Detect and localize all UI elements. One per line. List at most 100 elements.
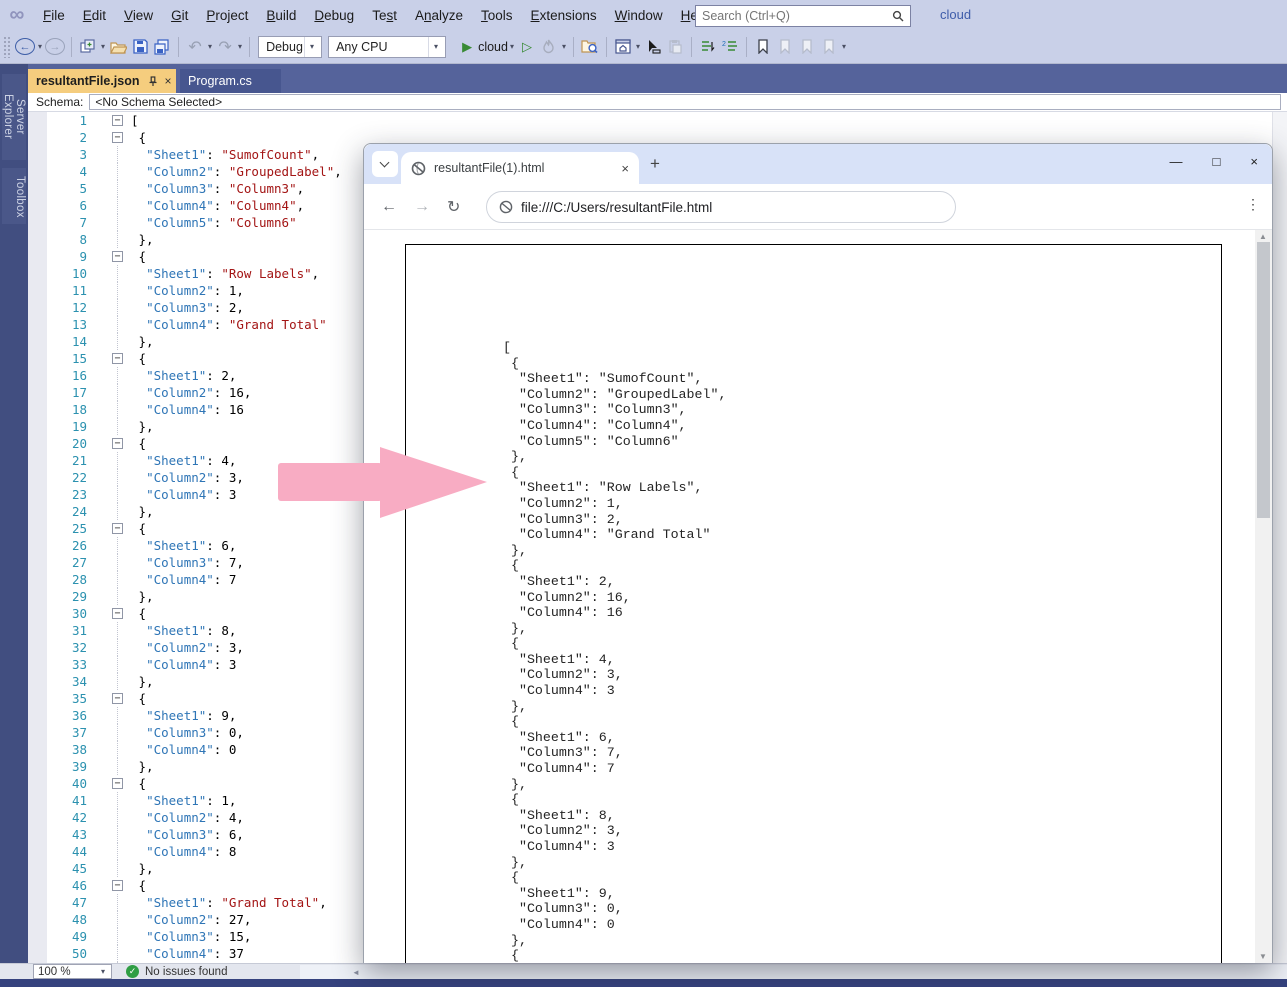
code-line[interactable]: 1−[ (28, 112, 1287, 129)
navigate-forward-icon[interactable]: → (45, 38, 65, 55)
find-in-files-icon[interactable] (580, 35, 600, 59)
menu-item-view[interactable]: View (115, 5, 162, 26)
rendered-json-text: [ { "Sheet1": "SumofCount", "Column2": "… (406, 245, 1221, 963)
screenshot-root: ∞ FileEditViewGitProjectBuildDebugTestAn… (0, 0, 1287, 987)
menu-item-extensions[interactable]: Extensions (522, 5, 606, 26)
close-window-icon[interactable]: × (1250, 154, 1258, 169)
maximize-window-icon[interactable]: □ (1213, 154, 1221, 169)
pink-arrow-annotation (278, 463, 382, 501)
svg-text:2: 2 (722, 41, 726, 48)
undo-icon[interactable]: ↶ (185, 35, 205, 59)
solution-configuration-dropdown[interactable]: Debug▾ (258, 36, 322, 58)
bookmarks-caret[interactable]: ▾ (842, 42, 846, 51)
solution-explorer-caret[interactable]: ▾ (636, 42, 640, 51)
redo-icon[interactable]: ↷ (215, 35, 235, 59)
menu-item-edit[interactable]: Edit (74, 5, 115, 26)
previous-bookmark-icon[interactable] (775, 35, 795, 59)
toolbar-drag-handle[interactable] (3, 36, 11, 58)
new-project-icon[interactable] (78, 35, 98, 59)
browser-back-icon[interactable]: ← (381, 198, 397, 216)
browser-tab-strip: resultantFile(1).html × + — □ × (364, 144, 1272, 184)
browser-forward-icon[interactable]: → (414, 198, 430, 216)
browser-window: resultantFile(1).html × + — □ × ← → ↻ fi… (363, 143, 1273, 963)
format-document-icon[interactable] (698, 35, 718, 59)
menu-item-analyze[interactable]: Analyze (406, 5, 472, 26)
back-dropdown-caret[interactable]: ▾ (38, 42, 42, 51)
browser-tab[interactable]: resultantFile(1).html × (401, 152, 639, 184)
quick-search-box[interactable] (695, 5, 911, 27)
save-icon[interactable] (130, 35, 150, 59)
start-debugging-label[interactable]: cloud (478, 40, 508, 54)
vs-toolbar: ← ▾ → ▾ ↶ ▾ ↷ ▾ Debug▾ Any CPU▾ ▶ cloud … (0, 30, 1287, 64)
menu-item-file[interactable]: File (34, 5, 74, 26)
menu-item-build[interactable]: Build (257, 5, 305, 26)
search-icon[interactable] (886, 10, 910, 22)
zoom-caret: ▾ (101, 967, 105, 976)
start-without-debugging-icon[interactable]: ▷ (517, 35, 537, 59)
menu-bar: FileEditViewGitProjectBuildDebugTestAnal… (34, 5, 717, 26)
scroll-left-arrow-icon[interactable]: ◄ (352, 968, 360, 977)
menu-item-project[interactable]: Project (197, 5, 257, 26)
site-info-globe-icon[interactable] (499, 200, 513, 214)
sync-with-active-document-icon[interactable] (643, 35, 663, 59)
menu-item-tools[interactable]: Tools (472, 5, 522, 26)
editor-horizontal-scrollbar[interactable]: ◄ (300, 965, 1287, 979)
solution-platform-dropdown[interactable]: Any CPU▾ (328, 36, 446, 58)
browser-scrollbar-thumb[interactable] (1257, 242, 1270, 518)
hot-reload-icon[interactable] (539, 35, 559, 59)
rendered-json-container: [ { "Sheet1": "SumofCount", "Column2": "… (405, 244, 1222, 963)
save-all-icon[interactable] (152, 35, 172, 59)
redo-caret[interactable]: ▾ (238, 42, 242, 51)
editor-vertical-scrollbar[interactable] (1272, 112, 1287, 963)
reload-icon[interactable]: ↻ (447, 197, 460, 217)
minimize-window-icon[interactable]: — (1170, 154, 1183, 169)
open-folder-icon[interactable] (108, 35, 128, 59)
no-issues-check-icon: ✓ (126, 965, 139, 978)
zoom-level-dropdown[interactable]: 100 % ▾ (33, 964, 112, 979)
start-debugging-icon[interactable]: ▶ (457, 35, 477, 59)
clear-bookmarks-icon[interactable] (819, 35, 839, 59)
address-bar[interactable]: file:///C:/Users/resultantFile.html (486, 191, 956, 223)
tab-resultantfile-json[interactable]: resultantFile.json × (28, 69, 176, 93)
next-bookmark-icon[interactable] (797, 35, 817, 59)
navigate-back-icon[interactable]: ← (15, 38, 35, 55)
vs-status-bar (0, 979, 1287, 987)
undo-caret[interactable]: ▾ (208, 42, 212, 51)
new-tab-icon[interactable]: + (650, 154, 660, 174)
scrollbar-down-icon[interactable]: ▼ (1259, 952, 1267, 961)
vs-titlebar: ∞ FileEditViewGitProjectBuildDebugTestAn… (0, 0, 1287, 30)
close-browser-tab-icon[interactable]: × (621, 161, 629, 176)
pin-tab-icon[interactable] (148, 76, 158, 87)
solution-explorer-home-icon[interactable] (613, 35, 633, 59)
menu-item-test[interactable]: Test (363, 5, 406, 26)
sidebar-item-server-explorer[interactable]: Server Explorer (2, 74, 26, 160)
new-project-caret[interactable]: ▾ (101, 42, 105, 51)
menu-item-debug[interactable]: Debug (305, 5, 363, 26)
scrollbar-up-icon[interactable]: ▲ (1259, 232, 1267, 241)
document-tab-strip: resultantFile.json × Program.cs (0, 64, 1287, 93)
browser-toolbar: ← → ↻ file:///C:/Users/resultantFile.htm… (364, 184, 1272, 230)
browser-menu-kebab-icon[interactable]: ⋮ (1246, 196, 1260, 213)
menu-item-window[interactable]: Window (606, 5, 672, 26)
sidebar-item-toolbox[interactable]: Toolbox (2, 168, 26, 224)
signed-in-account[interactable]: cloud (940, 7, 971, 22)
schema-dropdown[interactable]: <No Schema Selected> (89, 94, 1281, 110)
hot-reload-caret[interactable]: ▾ (562, 42, 566, 51)
toggle-bookmark-icon[interactable] (753, 35, 773, 59)
menu-item-git[interactable]: Git (162, 5, 197, 26)
browser-viewport: [ { "Sheet1": "SumofCount", "Column2": "… (364, 230, 1272, 963)
tab-program-cs[interactable]: Program.cs (180, 69, 281, 93)
schema-label: Schema: (28, 95, 89, 109)
schema-bar: Schema: <No Schema Selected> (28, 93, 1287, 112)
search-input[interactable] (696, 9, 886, 23)
format-selection-icon[interactable]: 2 (720, 35, 740, 59)
close-tab-icon[interactable]: × (165, 74, 172, 88)
browser-scrollbar[interactable]: ▲ ▼ (1255, 230, 1272, 963)
inactive-tab-label: Program.cs (188, 74, 252, 88)
paste-icon-disabled[interactable] (665, 35, 685, 59)
issues-status-text: No issues found (145, 966, 227, 978)
start-debugging-caret[interactable]: ▾ (510, 42, 514, 51)
favicon-globe-icon (411, 161, 426, 176)
visual-studio-logo-icon: ∞ (0, 1, 34, 29)
tab-search-chevron-button[interactable] (372, 151, 398, 177)
